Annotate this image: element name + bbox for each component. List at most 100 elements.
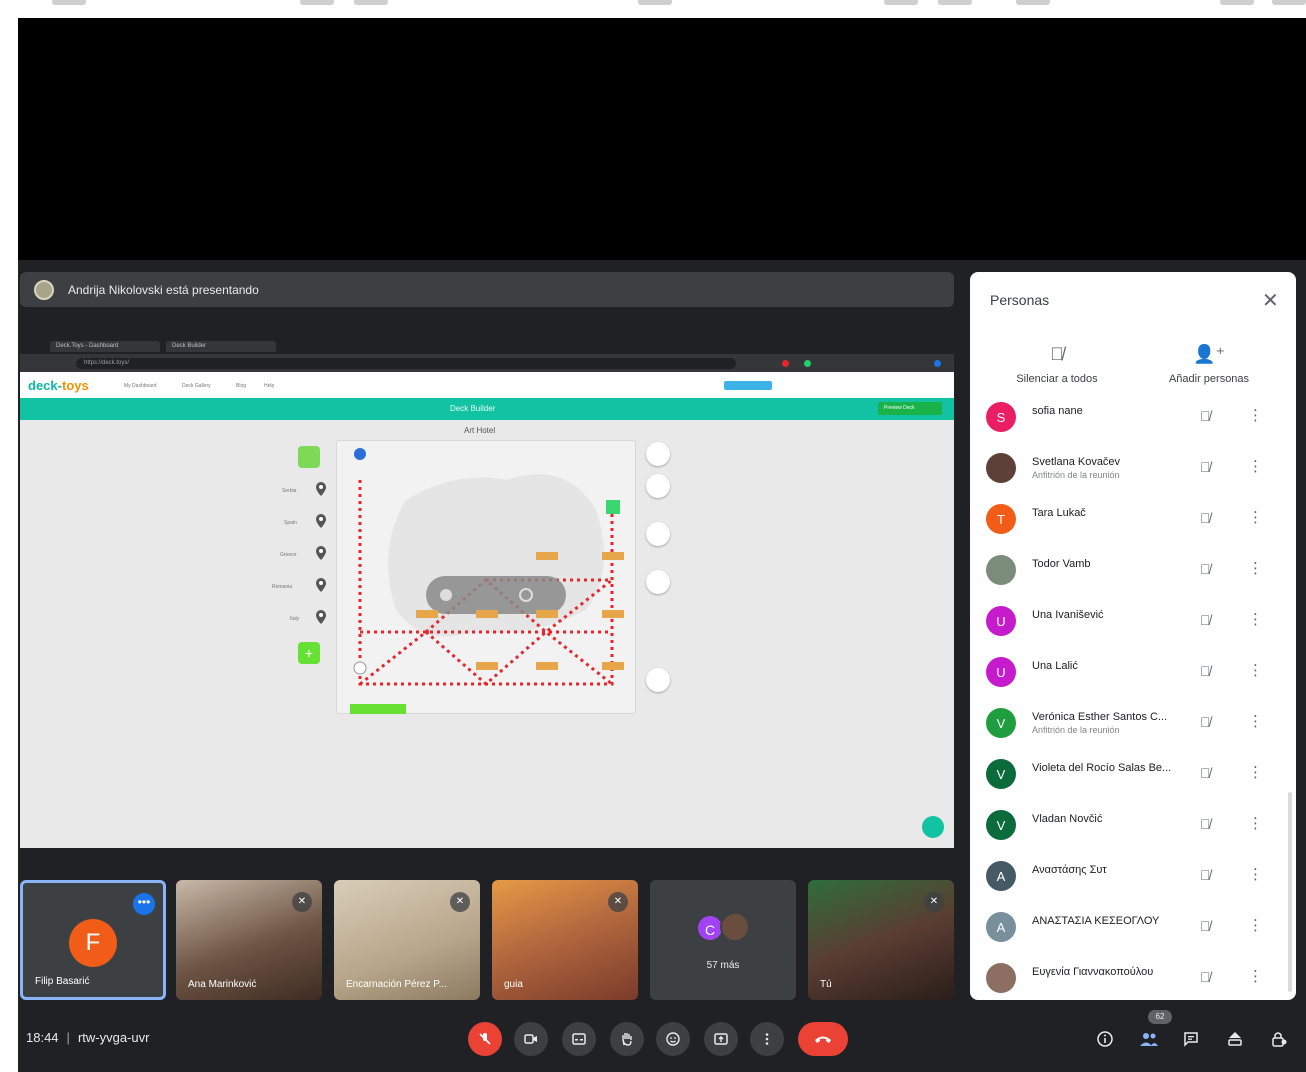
participant-name: sofia nane [1032, 405, 1083, 417]
participant-tile[interactable]: ✕ Ana Marinković [176, 880, 322, 1000]
participant-row[interactable]: V Vladan Novčić 🎙̸ ⋮ [986, 800, 1286, 850]
nav-link: Deck Gallery [182, 383, 211, 389]
participant-row[interactable]: A ΑΝΑΣΤΑΣΙΑ ΚΕΣΕΟΓΛΟΥ 🎙̸ ⋮ [986, 902, 1286, 952]
participant-row[interactable]: Ssofia nane 🎙̸ ⋮ [986, 392, 1286, 442]
activities-button[interactable] [1222, 1026, 1248, 1052]
people-count-badge: 62 [1148, 1010, 1172, 1024]
mic-toggle-button[interactable] [468, 1022, 502, 1056]
participant-row[interactable]: V Verónica Esther Santos C... Anfitrión de… [986, 698, 1286, 748]
participant-row[interactable]: A Αναστάσης Συτ 🎙̸ ⋮ [986, 851, 1286, 901]
map-pin-icon [316, 578, 326, 592]
avatar [986, 963, 1016, 993]
more-participants-tile[interactable]: C 57 más [650, 880, 796, 1000]
close-icon[interactable]: ✕ [1262, 288, 1279, 313]
mic-off-icon[interactable]: 🎙̸ [1200, 969, 1211, 985]
mic-off-icon[interactable]: 🎙̸ [1200, 561, 1211, 577]
mic-off-icon: 🎙̸ [1050, 344, 1064, 364]
participant-row[interactable]: T Tara Lukač 🎙̸ ⋮ [986, 494, 1286, 544]
participant-name: Todor Vamb [1032, 558, 1091, 570]
more-vert-icon[interactable]: ⋮ [1248, 508, 1263, 526]
participant-role: Anfitrión de la reunión [1032, 470, 1120, 480]
mic-off-icon[interactable]: 🎙̸ [1200, 408, 1211, 424]
shared-screen[interactable]: Deck.Toys - Dashboard Deck Builder https… [20, 338, 954, 848]
add-people-button[interactable]: 👤⁺ Añadir personas [1154, 344, 1264, 385]
nav-link: Help [264, 383, 275, 389]
participant-row[interactable]: Todor Vamb 🎙̸ ⋮ [986, 545, 1286, 595]
mic-off-icon: ✕ [292, 892, 312, 912]
participant-name: Vladan Novčić [1032, 813, 1103, 825]
mic-off-icon[interactable]: 🎙̸ [1200, 510, 1211, 526]
people-icon [1140, 1033, 1158, 1046]
hangup-icon [815, 1036, 831, 1043]
nav-link: My Dashboard [124, 383, 157, 389]
more-vert-icon[interactable]: ⋮ [1248, 967, 1263, 985]
participant-row[interactable]: Svetlana Kovačev Anfitrión de la reunión 🎙… [986, 443, 1286, 493]
side-label: Spain [284, 520, 297, 526]
meeting-details-button[interactable] [1092, 1026, 1118, 1052]
raise-hand-button[interactable] [610, 1022, 644, 1056]
lock-icon [1272, 1032, 1287, 1047]
presenting-text: Andrija Nikolovski está presentando [68, 282, 259, 297]
participant-row[interactable]: U Una Lalić 🎙̸ ⋮ [986, 647, 1286, 697]
leave-call-button[interactable] [798, 1022, 848, 1056]
avatar: S [986, 402, 1016, 432]
more-vert-icon[interactable]: ⋮ [1248, 814, 1263, 832]
mic-off-icon[interactable]: 🎙̸ [1200, 612, 1211, 628]
participant-row[interactable]: Ευγενία Γιαννακοπούλου 🎙̸ ⋮ [986, 953, 1286, 1000]
participant-name: Ευγενία Γιαννακοπούλου [1032, 966, 1154, 978]
trophy-icon [646, 522, 670, 546]
avatar [986, 555, 1016, 585]
more-vert-icon[interactable]: ⋮ [1248, 457, 1263, 475]
mic-off-icon[interactable]: 🎙̸ [1200, 663, 1211, 679]
participant-tile-filip[interactable]: F ••• Filip Basarić [20, 880, 166, 1000]
avatar: F [69, 919, 117, 967]
extension-icon [782, 360, 789, 367]
more-vert-icon[interactable]: ⋮ [1248, 916, 1263, 934]
zoom-in-icon [646, 442, 670, 466]
scrollbar[interactable] [1288, 792, 1292, 992]
avatar [986, 453, 1016, 483]
more-vert-icon[interactable]: ⋮ [1248, 559, 1263, 577]
top-video-area [18, 18, 1306, 260]
activity-tool-icon [298, 446, 320, 468]
more-vert-icon[interactable]: ⋮ [1248, 712, 1263, 730]
mic-off-icon: ✕ [608, 892, 628, 912]
participant-tile[interactable]: ✕ Encarnación Pérez P... [334, 880, 480, 1000]
participant-tile[interactable]: ✕ guia [492, 880, 638, 1000]
browser-url: https://deck.toys/ [76, 358, 736, 369]
more-vert-icon[interactable]: ⋮ [1248, 406, 1263, 424]
present-button[interactable] [704, 1022, 738, 1056]
host-controls-button[interactable] [1266, 1026, 1292, 1052]
mic-off-icon[interactable]: 🎙̸ [1200, 459, 1211, 475]
more-horiz-icon[interactable]: ••• [133, 893, 155, 915]
people-button[interactable] [1136, 1026, 1162, 1052]
more-options-button[interactable] [750, 1022, 784, 1056]
path-icon [646, 570, 670, 594]
mic-off-icon[interactable]: 🎙̸ [1200, 918, 1211, 934]
mic-off-icon[interactable]: 🎙̸ [1200, 765, 1211, 781]
avatar: V [986, 810, 1016, 840]
captions-icon [572, 1033, 586, 1045]
more-vert-icon[interactable]: ⋮ [1248, 763, 1263, 781]
mic-off-icon[interactable]: 🎙̸ [1200, 867, 1211, 883]
captions-button[interactable] [562, 1022, 596, 1056]
mic-off-icon[interactable]: 🎙̸ [1200, 714, 1211, 730]
panel-title: Personas [990, 292, 1050, 308]
self-tile[interactable]: ✕ Tú [808, 880, 954, 1000]
map-pin-icon [316, 610, 326, 624]
mic-off-icon[interactable]: 🎙̸ [1200, 816, 1211, 832]
emoji-icon [666, 1032, 680, 1046]
top-strip [0, 0, 1306, 18]
more-vert-icon[interactable]: ⋮ [1248, 610, 1263, 628]
mute-all-button[interactable]: 🎙̸ Silenciar a todos [1000, 344, 1114, 385]
camera-toggle-button[interactable] [514, 1022, 548, 1056]
more-vert-icon[interactable]: ⋮ [1248, 661, 1263, 679]
map-title: Art Hotel [464, 426, 496, 435]
participant-row[interactable]: V Violeta del Rocío Salas Be... 🎙̸ ⋮ [986, 749, 1286, 799]
participant-name: Una Ivanišević [1032, 609, 1104, 621]
participant-row[interactable]: U Una Ivanišević 🎙̸ ⋮ [986, 596, 1286, 646]
chat-button[interactable] [1178, 1026, 1204, 1052]
more-vert-icon[interactable]: ⋮ [1248, 865, 1263, 883]
participant-name: ΑΝΑΣΤΑΣΙΑ ΚΕΣΕΟΓΛΟΥ [1032, 915, 1160, 927]
emoji-button[interactable] [656, 1022, 690, 1056]
